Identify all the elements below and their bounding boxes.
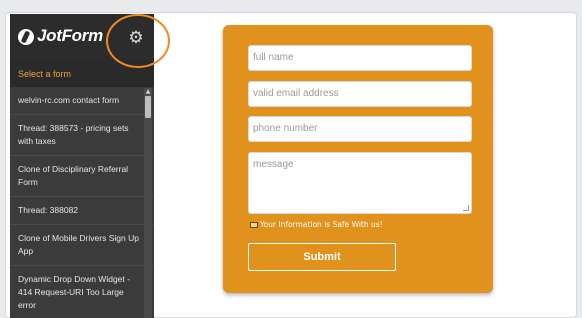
email-input[interactable]: valid email address [248, 81, 472, 107]
privacy-note-text: Your Information is Safe With us! [260, 220, 383, 229]
form-list-item[interactable]: Clone of Disciplinary Referral Form [10, 156, 154, 197]
scroll-up-arrow-icon[interactable]: ▲ [144, 88, 152, 95]
message-textarea[interactable]: message [248, 152, 472, 214]
sidebar-header: JotForm ⚙ [10, 14, 154, 61]
form-sidebar: JotForm ⚙ Select a form welvin-rc.com co… [10, 14, 154, 318]
form-list-item[interactable]: Dynamic Drop Down Widget - 414 Request-U… [10, 266, 154, 318]
scrollbar-thumb[interactable] [145, 96, 151, 118]
form-list-item[interactable]: welvin-rc.com contact form [10, 87, 154, 115]
phone-input[interactable]: phone number [248, 116, 472, 142]
lock-icon [250, 221, 258, 228]
select-form-label: Select a form [10, 61, 154, 87]
submit-button[interactable]: Submit [248, 243, 396, 271]
sidebar-scrollbar[interactable]: ▲ [144, 88, 152, 318]
contact-form-card: full name valid email address phone numb… [223, 25, 493, 293]
app-logo-text: JotForm [37, 26, 103, 45]
privacy-note: Your Information is Safe With us! [250, 220, 383, 229]
full-name-input[interactable]: full name [248, 45, 472, 71]
resize-grip-icon[interactable] [463, 205, 469, 211]
form-list: welvin-rc.com contact form Thread: 38857… [10, 87, 154, 318]
jotform-logo-icon [18, 29, 34, 45]
form-list-item[interactable]: Thread: 388082 [10, 197, 154, 225]
gear-icon[interactable]: ⚙ [127, 29, 145, 47]
message-placeholder: message [253, 159, 294, 170]
form-list-item[interactable]: Clone of Mobile Drivers Sign Up App [10, 225, 154, 266]
form-list-item[interactable]: Thread: 388573 - pricing sets with taxes [10, 115, 154, 156]
